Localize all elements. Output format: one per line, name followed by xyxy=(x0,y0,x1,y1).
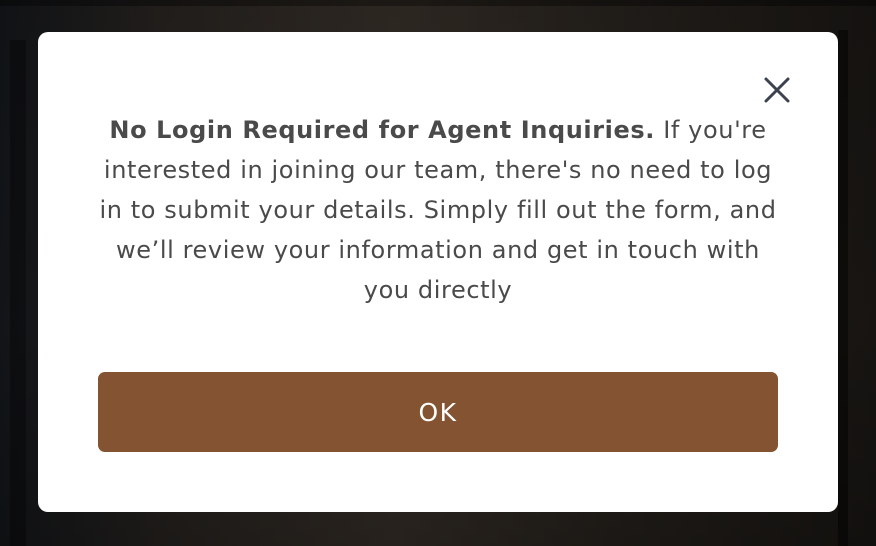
close-button[interactable] xyxy=(757,70,797,110)
backdrop-window-post xyxy=(838,30,848,546)
dialog-body-text: If you're interested in joining our team… xyxy=(99,116,777,304)
ok-button[interactable]: OK xyxy=(98,372,778,452)
backdrop-shutter xyxy=(10,40,26,546)
dialog-heading: No Login Required for Agent Inquiries. xyxy=(109,116,655,144)
close-icon xyxy=(764,77,790,103)
agent-inquiry-dialog: No Login Required for Agent Inquiries. I… xyxy=(38,32,838,512)
backdrop-ceiling-band xyxy=(0,0,876,6)
dialog-message: No Login Required for Agent Inquiries. I… xyxy=(98,110,778,310)
